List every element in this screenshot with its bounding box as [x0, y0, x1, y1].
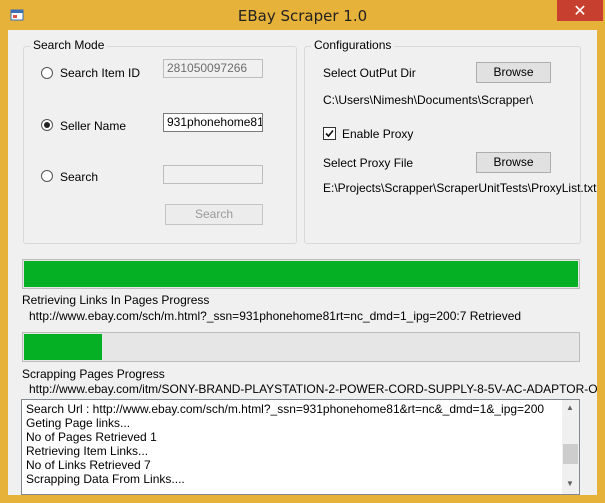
configurations-legend: Configurations	[311, 38, 395, 52]
radio-seller-name[interactable]	[41, 119, 53, 131]
pages-progress-bar	[22, 332, 580, 362]
label-seller-name: Seller Name	[60, 119, 127, 133]
configurations-group: Configurations Select OutPut Dir Browse …	[304, 38, 596, 244]
pages-progress-fill	[24, 334, 102, 360]
proxy-browse-button[interactable]: Browse	[476, 152, 551, 173]
label-search-item-id: Search Item ID	[60, 66, 141, 80]
log-line: Geting Page links...	[26, 416, 131, 430]
log-scrollbar[interactable]: ▲ ▼	[562, 400, 579, 494]
search-mode-group: Search Mode Search Item ID 281050097266 …	[23, 38, 297, 244]
pages-progress-label: Scrapping Pages Progress	[22, 367, 165, 381]
links-progress-fill	[24, 261, 578, 287]
radio-search-item-id[interactable]	[41, 67, 53, 79]
window-title: EBay Scraper 1.0	[237, 7, 368, 25]
scroll-down-icon[interactable]: ▼	[566, 479, 574, 488]
item-id-field[interactable]: 281050097266	[163, 59, 263, 78]
pages-progress-status: http://www.ebay.com/itm/SONY-BRAND-PLAYS…	[29, 382, 597, 396]
links-progress-status: http://www.ebay.com/sch/m.html?_ssn=931p…	[29, 309, 522, 323]
client-area: Search Mode Search Item ID 281050097266 …	[8, 30, 597, 495]
log-line: Scrapping Data From Links....	[26, 472, 185, 486]
app-window: EBay Scraper 1.0 ✕ Search Mode Search It…	[0, 0, 605, 503]
search-field[interactable]	[163, 165, 263, 184]
proxy-file-label: Select Proxy File	[323, 156, 414, 170]
output-browse-button[interactable]: Browse	[476, 62, 551, 83]
links-progress-bar	[22, 259, 580, 289]
scroll-up-icon[interactable]: ▲	[566, 403, 574, 412]
enable-proxy-label: Enable Proxy	[342, 127, 414, 141]
log-line: Retrieving Item Links...	[26, 444, 149, 458]
close-button[interactable]: ✕	[557, 0, 603, 21]
search-mode-legend: Search Mode	[30, 38, 108, 52]
checkmark-icon	[325, 129, 334, 138]
close-icon: ✕	[573, 1, 587, 20]
log-line: No of Links Retrieved 7	[26, 458, 151, 472]
pages-progress-status-wrap: http://www.ebay.com/itm/SONY-BRAND-PLAYS…	[29, 382, 597, 398]
radio-search[interactable]	[41, 170, 53, 182]
label-search: Search	[60, 170, 99, 184]
log-line: Search Url : http://www.ebay.com/sch/m.h…	[26, 402, 545, 416]
scroll-thumb[interactable]	[563, 444, 578, 464]
output-dir-label: Select OutPut Dir	[323, 66, 416, 80]
seller-name-field[interactable]: 931phonehome81	[163, 113, 263, 132]
title-bar[interactable]: EBay Scraper 1.0 ✕	[0, 0, 605, 30]
log-textbox[interactable]: Search Url : http://www.ebay.com/sch/m.h…	[21, 399, 580, 495]
output-path-text: C:\Users\Nimesh\Documents\Scrapper\	[323, 93, 534, 107]
log-line: No of Pages Retrieved 1	[26, 430, 157, 444]
proxy-path-text: E:\Projects\Scrapper\ScraperUnitTests\Pr…	[323, 181, 597, 195]
enable-proxy-checkbox[interactable]	[323, 127, 336, 140]
search-button[interactable]: Search	[165, 204, 263, 225]
links-progress-label: Retrieving Links In Pages Progress	[22, 293, 210, 307]
